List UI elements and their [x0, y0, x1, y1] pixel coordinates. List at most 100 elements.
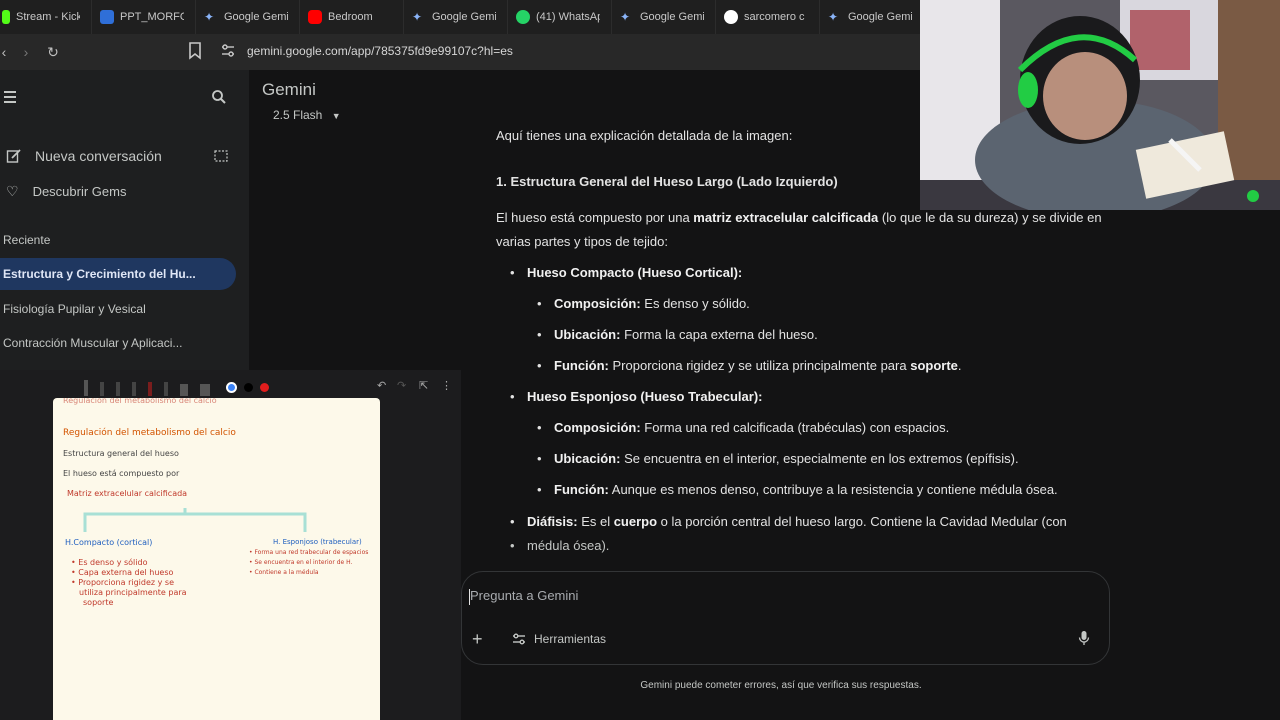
new-chat-label: Nueva conversación [35, 148, 162, 164]
more-icon[interactable]: ⋮ [441, 379, 452, 392]
notes-toolbar: ↶ ↷ ⇱ ⋮ [0, 370, 461, 400]
pen-tools-icon[interactable] [80, 372, 220, 398]
kick-icon [2, 10, 10, 24]
handwritten-line: Estructura general del hueso [63, 449, 179, 458]
slides-icon [100, 10, 114, 24]
recent-chat-item[interactable]: Fisiología Pupilar y Vesical [3, 302, 146, 316]
notes-app-panel: ↶ ↷ ⇱ ⋮ Regulación del metabolismo del c… [0, 370, 461, 720]
recent-chat-item[interactable]: Estructura y Crecimiento del Hu... [3, 267, 196, 281]
tab-label: Stream - Kick [16, 11, 80, 23]
url-field[interactable]: gemini.google.com/app/785375fd9e99107c?h… [247, 44, 513, 58]
caret-down-icon: ▼ [331, 111, 341, 121]
whatsapp-icon [516, 10, 530, 24]
item-text: Se encuentra en el interior, especialmen… [620, 451, 1019, 466]
list-item: Función: Proporciona rigidez y se utiliz… [537, 354, 962, 378]
gemini-icon: ✦ [204, 10, 215, 24]
model-selector[interactable]: 2.5 Flash ▼ [273, 108, 341, 122]
undo-icon[interactable]: ↶ [377, 379, 386, 392]
handwritten-line: • Forma una red trabecular de espacios [249, 549, 369, 556]
prompt-input[interactable]: Pregunta a Gemini [468, 588, 578, 605]
browser-tab[interactable]: Bedroom [300, 0, 404, 34]
search-icon[interactable] [211, 89, 227, 105]
add-icon[interactable]: + [472, 629, 483, 650]
tab-label: Bedroom [328, 11, 373, 23]
list-item-continuation: médula ósea). [510, 534, 609, 558]
model-label: 2.5 Flash [273, 108, 323, 122]
tools-button[interactable]: Herramientas [512, 632, 606, 646]
new-chat-button[interactable]: Nueva conversación [0, 142, 162, 170]
item-label: Ubicación: [554, 451, 621, 466]
color-swatch-blue-icon[interactable] [226, 382, 237, 393]
browser-tab[interactable]: ✦ Google Gemi [820, 0, 920, 34]
item-label: Función: [554, 358, 609, 373]
handwritten-title-faded: Regulación del metabolismo del calcio [63, 398, 217, 405]
list-item: Ubicación: Se encuentra en el interior, … [537, 447, 1019, 471]
recent-heading: Reciente [3, 233, 51, 247]
sidebar: Nueva conversación ♡ Descubrir Gems Reci… [0, 70, 249, 370]
tab-label: sarcomero c [744, 11, 805, 23]
tools-label: Herramientas [534, 632, 607, 646]
item-label: Ubicación: [554, 327, 621, 342]
edit-icon [6, 149, 21, 163]
item-label: Composición: [554, 420, 641, 435]
browser-tab-strip: Stream - Kick PPT_MORFO ✦ Google Gemi Be… [0, 0, 920, 34]
color-swatch-black-icon[interactable] [244, 383, 253, 392]
menu-icon[interactable] [4, 88, 22, 106]
redo-icon[interactable]: ↷ [397, 379, 406, 392]
list-item: Hueso Compacto (Hueso Cortical): [510, 261, 742, 285]
address-bar: ‹ › ↻ gemini.google.com/app/785375fd9e99… [0, 34, 920, 70]
list-item: Función: Aunque es menos denso, contribu… [537, 478, 1058, 502]
item-label: Función: [554, 482, 609, 497]
item-text: Aunque es menos denso, contribuye a la r… [608, 482, 1058, 497]
discover-gems-button[interactable]: ♡ Descubrir Gems [0, 177, 126, 205]
item-text: . [957, 358, 962, 373]
disclaimer: Gemini puede cometer errores, así que ve… [640, 680, 922, 691]
browser-tab[interactable]: (41) WhatsAp [508, 0, 612, 34]
handwritten-line: H. Esponjoso (trabecular) [273, 538, 362, 546]
handwritten-line: Matriz extracelular calcificada [67, 489, 188, 498]
screen: Stream - Kick PPT_MORFO ✦ Google Gemi Be… [0, 0, 1280, 720]
discover-gems-label: Descubrir Gems [32, 183, 127, 199]
handwritten-line: • Capa externa del hueso [71, 568, 174, 577]
google-icon [724, 10, 738, 24]
item-text: Es el [577, 514, 614, 529]
recent-chat-item[interactable]: Contracción Muscular y Aplicaci... [3, 336, 182, 350]
handwritten-line: soporte [83, 598, 114, 607]
browser-tab[interactable]: ✦ Google Gemi [196, 0, 300, 34]
item-text: Forma una red calcificada (trabéculas) c… [640, 420, 950, 435]
webcam-overlay [920, 0, 1280, 210]
list-item: Composición: Forma una red calcificada (… [537, 416, 950, 440]
list-item: Composición: Es denso y sólido. [537, 292, 750, 316]
handwritten-line: El hueso está compuesto por [63, 469, 180, 478]
handwritten-title: Regulación del metabolismo del calcio [63, 428, 236, 438]
handwritten-line: • Proporciona rigidez y se [71, 578, 174, 587]
tools-icon [513, 633, 525, 645]
site-info-icon[interactable] [220, 42, 236, 60]
brace-drawing [83, 508, 307, 532]
item-bold: soporte [910, 358, 958, 373]
browser-tab[interactable]: sarcomero c [716, 0, 820, 34]
item-label: Composición: [554, 296, 641, 311]
handwritten-line: • Se encuentra en el interior de H. [249, 559, 353, 566]
browser-tab[interactable]: ✦ Google Gemi [404, 0, 508, 34]
temporary-chat-icon[interactable] [214, 150, 228, 162]
notes-page[interactable]: Regulación del metabolismo del calcio Re… [53, 398, 380, 720]
main-header: Gemini 2.5 Flash ▼ [262, 80, 341, 122]
reload-icon[interactable]: ↻ [41, 40, 65, 64]
bookmark-icon[interactable] [188, 42, 202, 60]
handwritten-line: H.Compacto (cortical) [65, 538, 153, 547]
browser-tab[interactable]: PPT_MORFO [92, 0, 196, 34]
item-text: Forma la capa externa del hueso. [620, 327, 818, 342]
browser-tab[interactable]: ✦ Google Gemi [612, 0, 716, 34]
browser-tab[interactable]: Stream - Kick [0, 0, 92, 34]
share-icon[interactable]: ⇱ [419, 379, 428, 392]
tab-label: Google Gemi [640, 11, 704, 23]
prompt-box: Pregunta a Gemini + Herramientas [461, 571, 1110, 665]
forward-icon[interactable]: › [14, 40, 38, 64]
webcam-feed [920, 0, 1280, 210]
handwritten-line: • Es denso y sólido [71, 558, 148, 567]
color-swatch-red-icon[interactable] [260, 383, 269, 392]
microphone-icon[interactable] [1078, 630, 1090, 646]
item-bold: cuerpo [613, 514, 658, 529]
gemini-icon: ✦ [620, 10, 631, 24]
